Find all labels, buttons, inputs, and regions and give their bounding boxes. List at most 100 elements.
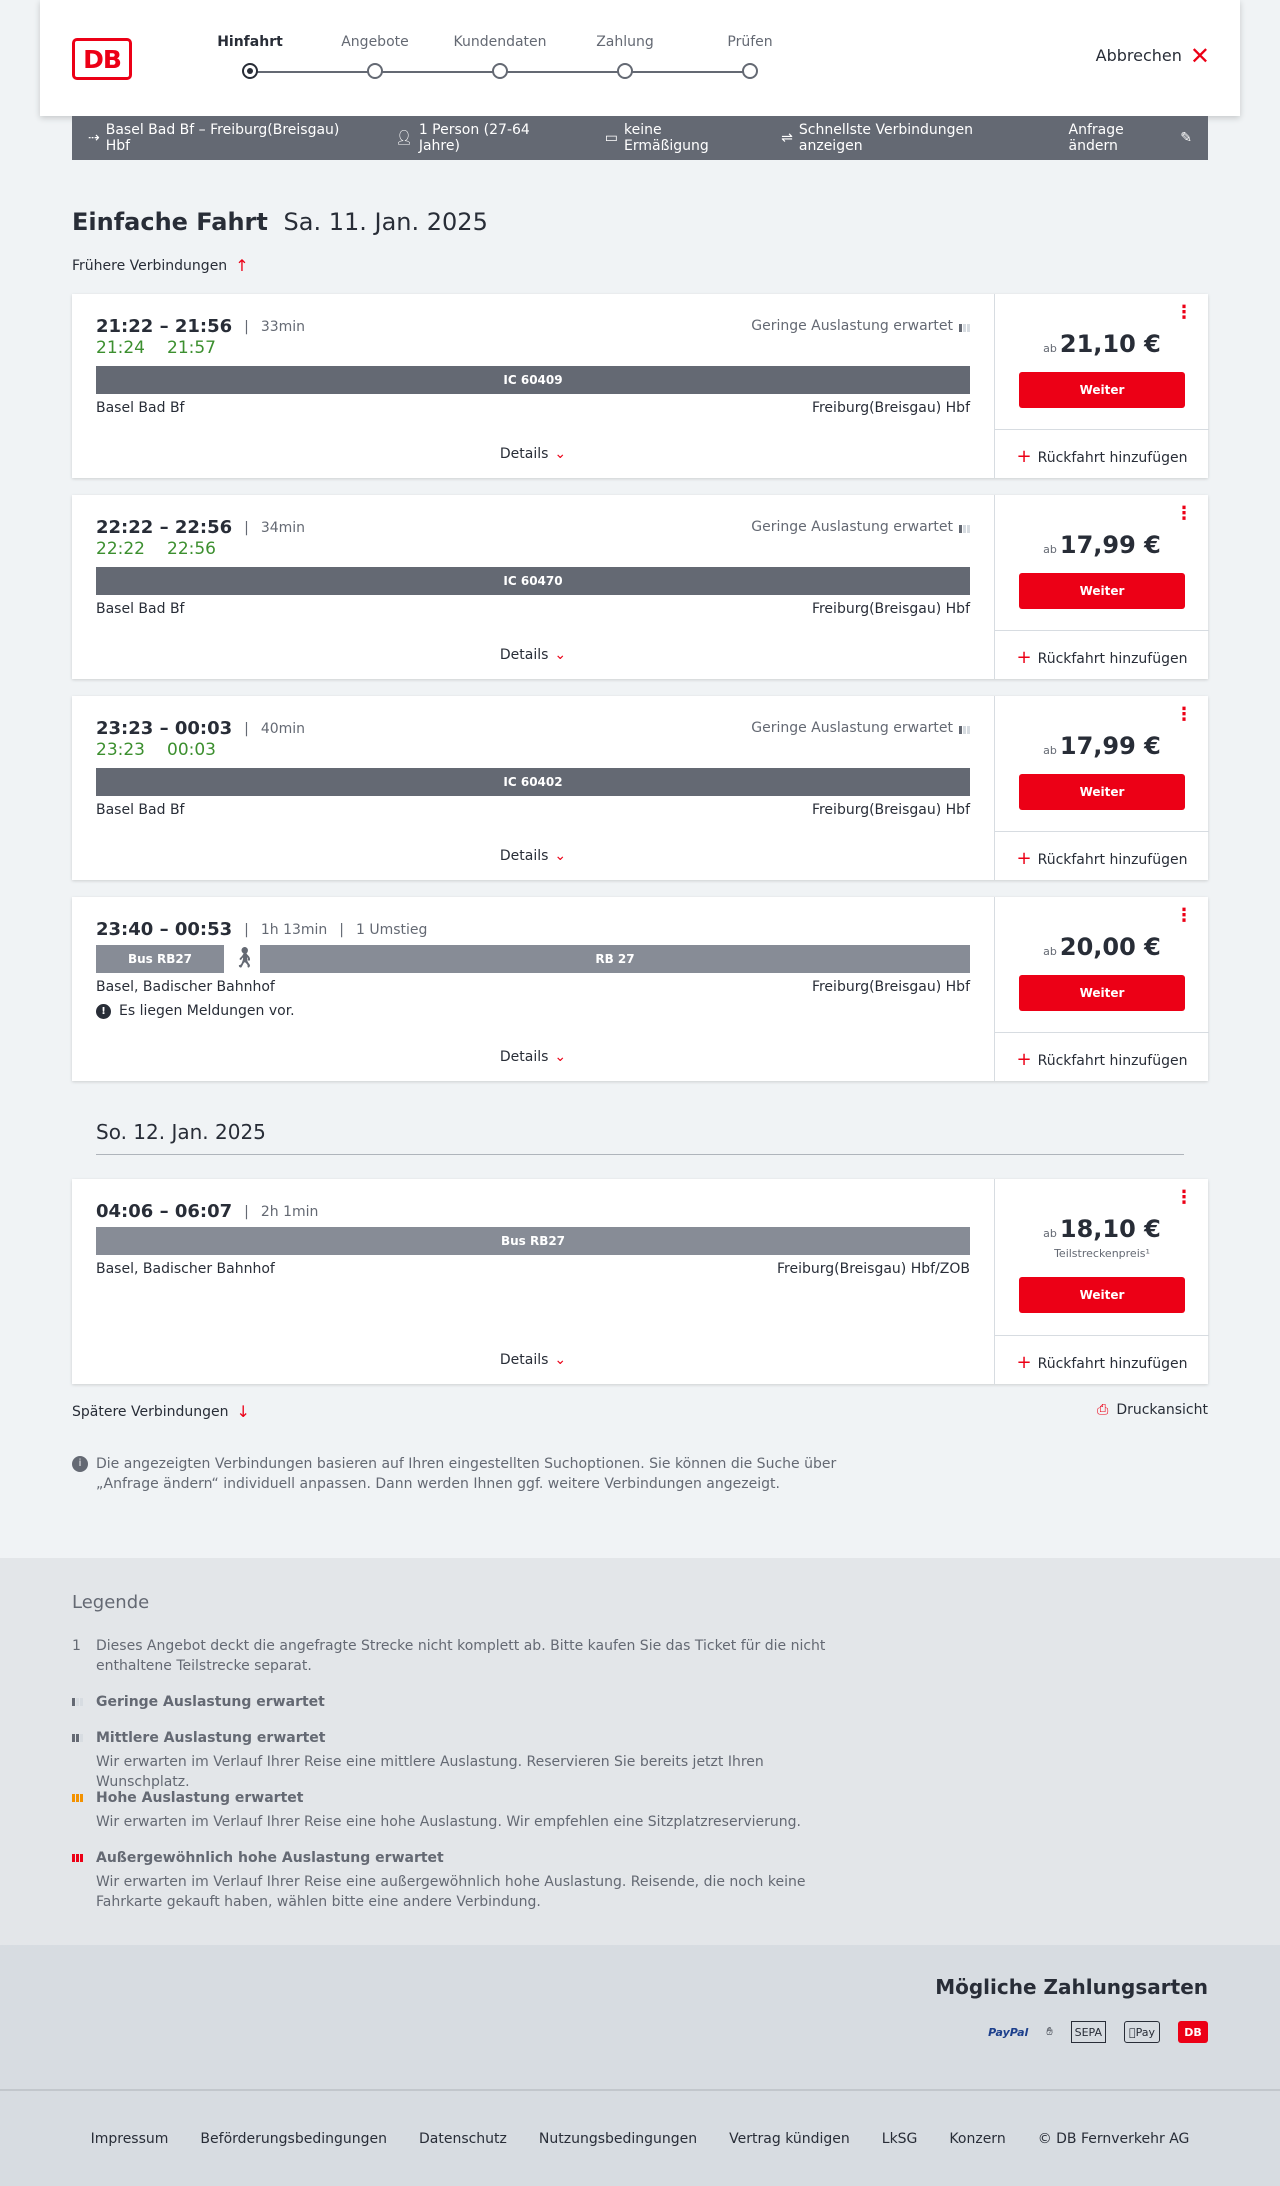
price-column: ⋮ ab 20,00 € Weiter + Rückfahrt hinzufügen <box>994 897 1209 1081</box>
details-toggle[interactable]: Details ⌄ <box>72 1352 994 1368</box>
arrow-down-icon: ↓ <box>236 1402 250 1421</box>
printer-icon: ⎙ <box>1097 1402 1109 1418</box>
details-toggle[interactable]: Details ⌄ <box>72 848 994 864</box>
price-prefix: ab <box>1043 342 1057 355</box>
train-segment-bar[interactable]: IC 60402 <box>96 768 970 796</box>
more-options-icon[interactable]: ⋮ <box>1175 1189 1193 1207</box>
footer-link-terms[interactable]: Nutzungsbedingungen <box>539 2131 697 2147</box>
db-logo[interactable]: DB <box>72 38 132 80</box>
price-prefix: ab <box>1043 945 1057 958</box>
duration: 33min <box>260 318 306 335</box>
summary-route: ⇢ Basel Bad Bf – Freiburg(Breisgau) Hbf <box>88 122 361 154</box>
step-dot <box>742 63 758 79</box>
continue-button[interactable]: Weiter <box>1019 573 1185 609</box>
search-summary-bar: ⇢ Basel Bad Bf – Freiburg(Breisgau) Hbf … <box>72 116 1208 160</box>
continue-button[interactable]: Weiter <box>1019 774 1185 810</box>
footer-link-impressum[interactable]: Impressum <box>91 2131 169 2147</box>
add-return-button[interactable]: + Rückfahrt hinzufügen <box>995 1352 1209 1373</box>
earlier-connections-link[interactable]: Frühere Verbindungen ↑ <box>72 256 249 275</box>
add-return-button[interactable]: + Rückfahrt hinzufügen <box>995 848 1209 869</box>
bus-segment-bar[interactable]: Bus RB27 <box>96 1227 970 1255</box>
price: ab 20,00 € <box>995 933 1209 961</box>
print-view-link[interactable]: ⎙ Druckansicht <box>1097 1402 1208 1418</box>
train-segment-bar[interactable]: RB 27 <box>260 945 970 973</box>
connection-info: 04:06 – 06:07 | 2h 1min Bus RB27 Basel, B… <box>72 1179 994 1384</box>
step-pruefen: Prüfen <box>695 34 805 79</box>
footer-copyright: © DB Fernverkehr AG <box>1037 2130 1190 2147</box>
earlier-label: Frühere Verbindungen <box>72 257 228 274</box>
connection-card: 23:40 – 00:53 | 1h 13min | 1 Umstieg Bus RB… <box>72 897 1209 1081</box>
arrival-station: Freiburg(Breisgau) Hbf/ZOB <box>777 1261 970 1277</box>
price-prefix: ab <box>1043 744 1057 757</box>
paypal-icon: PayPal <box>988 2025 1029 2039</box>
cancel-button[interactable]: Abbrechen ✕ <box>1096 44 1210 68</box>
connection-times: 23:40 – 00:53 | 1h 13min | 1 Umstieg <box>96 919 428 940</box>
occupancy-text: Geringe Auslastung erwartet <box>751 720 953 736</box>
more-options-icon[interactable]: ⋮ <box>1175 304 1193 322</box>
train-segment-bar[interactable]: IC 60409 <box>96 366 970 394</box>
occupancy-low-icon <box>959 722 970 734</box>
edit-request-button[interactable]: Anfrage ändern ✎ <box>1069 122 1193 154</box>
add-return-button[interactable]: + Rückfahrt hinzufügen <box>995 647 1209 668</box>
contactless-icon: ✋︎ <box>1046 2025 1053 2038</box>
price-amount: 21,10 € <box>1059 330 1161 358</box>
scheduled-times: 21:22 – 21:56 <box>96 316 233 337</box>
route-arrow-icon: ⇢ <box>88 130 100 146</box>
footer-link-group[interactable]: Konzern <box>949 2131 1005 2147</box>
edit-request-label: Anfrage ändern <box>1068 122 1124 154</box>
stations: Basel Bad Bf Freiburg(Breisgau) Hbf <box>96 400 970 416</box>
add-return-button[interactable]: + Rückfahrt hinzufügen <box>995 1049 1209 1070</box>
disruption-notice[interactable]: ! Es liegen Meldungen vor. <box>96 1003 295 1019</box>
realtime-times: 21:24 21:57 <box>96 338 238 358</box>
legend-extreme-label: Außergewöhnlich hohe Auslastung erwartet <box>96 1850 444 1866</box>
plus-icon: + <box>1016 647 1032 668</box>
legend-extreme-occupancy: Außergewöhnlich hohe Auslastung erwartet… <box>72 1848 852 1912</box>
legend-low-label: Geringe Auslastung erwartet <box>96 1694 325 1710</box>
details-toggle[interactable]: Details ⌄ <box>72 647 994 663</box>
connection-card: 22:22 – 22:56 | 34min 22:22 22:56 Geringe … <box>72 495 1209 679</box>
search-info-note: i Die angezeigten Verbindungen basieren … <box>72 1454 852 1494</box>
step-label: Hinfahrt <box>217 34 283 50</box>
price-box: ⋮ ab 21,10 € Weiter <box>995 294 1209 430</box>
info-note-text: Die angezeigten Verbindungen basieren au… <box>96 1456 837 1492</box>
more-options-icon[interactable]: ⋮ <box>1175 706 1193 724</box>
continue-button[interactable]: Weiter <box>1019 975 1185 1011</box>
realtime-times: 22:22 22:56 <box>96 539 238 559</box>
later-connections-link[interactable]: Spätere Verbindungen ↓ <box>72 1402 250 1421</box>
occupancy-high-icon <box>72 1790 83 1802</box>
card-icon: ▭ <box>604 130 619 146</box>
legend-medium-occupancy: Mittlere Auslastung erwartet Wir erwarte… <box>72 1728 852 1792</box>
duration: 2h 1min <box>260 1203 319 1220</box>
footer-link-privacy[interactable]: Datenschutz <box>419 2131 507 2147</box>
connection-times: 21:22 – 21:56 | 33min <box>96 316 306 337</box>
price-column: ⋮ ab 17,99 € Weiter + Rückfahrt hinzufügen <box>994 696 1209 880</box>
price-amount: 18,10 € <box>1059 1215 1161 1243</box>
page-title: Einfache Fahrt Sa. 11. Jan. 2025 <box>72 208 488 236</box>
departure-station: Basel Bad Bf <box>96 601 185 617</box>
legend-low-occupancy: Geringe Auslastung erwartet <box>72 1692 852 1712</box>
footer-link-conditions[interactable]: Beförderungsbedingungen <box>200 2131 387 2147</box>
step-dot-current <box>242 63 258 79</box>
info-icon: i <box>72 1456 88 1472</box>
train-segment-bar[interactable]: IC 60470 <box>96 567 970 595</box>
continue-button[interactable]: Weiter <box>1019 372 1185 408</box>
realtime-times: 23:23 00:03 <box>96 740 238 760</box>
chevron-down-icon: ⌄ <box>554 1049 567 1065</box>
footer-link-cancel-contract[interactable]: Vertrag kündigen <box>729 2131 850 2147</box>
more-options-icon[interactable]: ⋮ <box>1175 907 1193 925</box>
continue-button[interactable]: Weiter <box>1019 1277 1185 1313</box>
step-label: Prüfen <box>727 34 773 50</box>
chevron-down-icon: ⌄ <box>554 848 567 864</box>
details-toggle[interactable]: Details ⌄ <box>72 1049 994 1065</box>
footnote-text: Dieses Angebot deckt die angefragte Stre… <box>96 1638 826 1674</box>
apple-pay-icon: Pay <box>1124 2021 1160 2043</box>
summary-passengers: 👤︎ 1 Person (27-64 Jahre) <box>395 122 571 154</box>
add-return-button[interactable]: + Rückfahrt hinzufügen <box>995 446 1209 467</box>
more-options-icon[interactable]: ⋮ <box>1175 505 1193 523</box>
details-toggle[interactable]: Details ⌄ <box>72 446 994 462</box>
bus-segment-bar[interactable]: Bus RB27 <box>96 945 224 973</box>
occupancy-extreme-icon <box>72 1850 83 1862</box>
discount-text: keine Ermäßigung <box>624 122 709 154</box>
footer-link-lksg[interactable]: LkSG <box>882 2131 918 2147</box>
departure-station: Basel Bad Bf <box>96 802 185 818</box>
